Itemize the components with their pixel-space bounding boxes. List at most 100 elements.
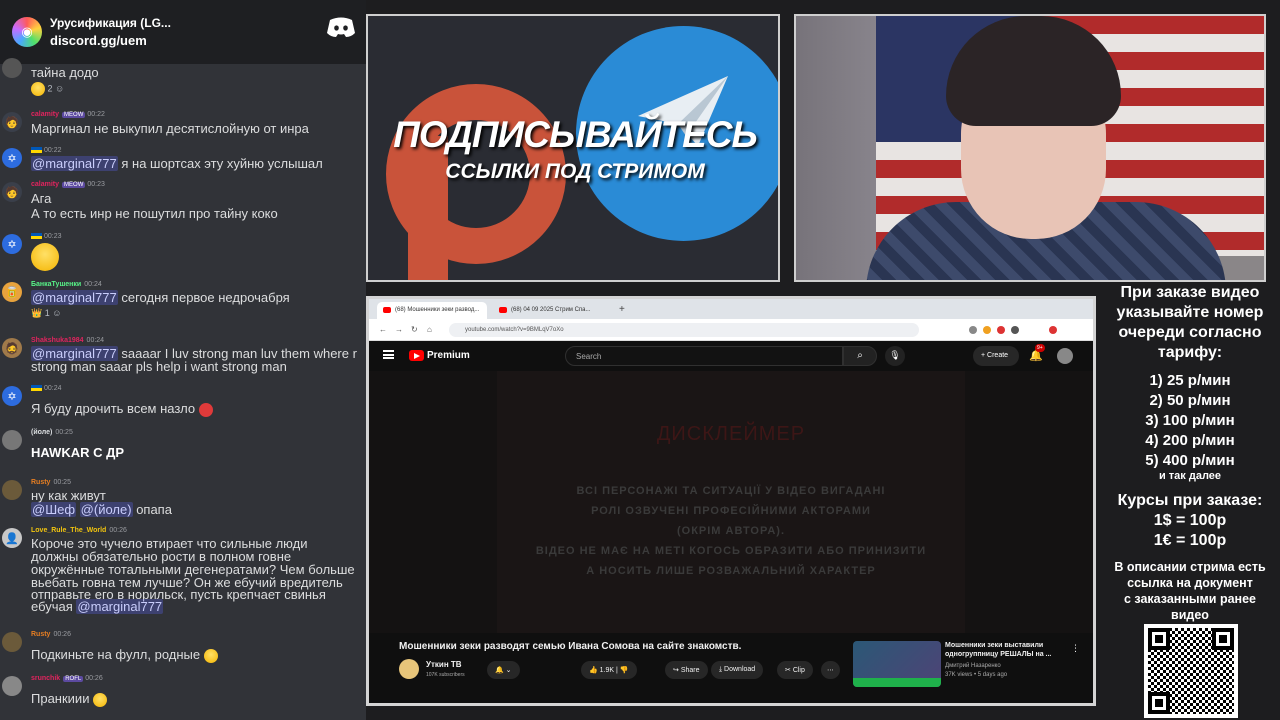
timestamp: 00:22 bbox=[87, 111, 105, 118]
home-icon[interactable]: ⌂ bbox=[427, 325, 432, 334]
discord-invite[interactable]: discord.gg/uem bbox=[50, 33, 171, 48]
channel-avatar[interactable] bbox=[399, 659, 419, 679]
youtube-header: Premium Search ⌕ 🎙 + Create 🔔 9+ bbox=[369, 341, 1093, 371]
username[interactable]: Rusty bbox=[31, 631, 50, 638]
subscribe-bell-button[interactable]: 🔔 ⌄ bbox=[487, 661, 520, 679]
timestamp: 00:24 bbox=[86, 337, 105, 344]
message-text: HAWKAR С ДР bbox=[31, 445, 125, 460]
mention[interactable]: @marginal777 bbox=[31, 156, 118, 171]
clip-button[interactable]: ✂ Clip bbox=[777, 661, 813, 679]
account-avatar[interactable] bbox=[1057, 348, 1073, 364]
tab-strip: (68) Мошенники зеки развод... (68) 04 09… bbox=[369, 299, 1093, 319]
ukraine-flag-icon bbox=[31, 147, 42, 154]
description-note: ссылка на документ bbox=[1127, 576, 1253, 590]
forward-arrow-icon[interactable]: → bbox=[395, 325, 403, 334]
recommended-title[interactable]: Мошенники зеки выставили одногруппницу Р… bbox=[945, 641, 1065, 659]
extension-icon[interactable] bbox=[1011, 326, 1019, 334]
reload-icon[interactable]: ↻ bbox=[411, 325, 418, 334]
avatar: 🧔 bbox=[2, 338, 22, 358]
username[interactable]: srunchik bbox=[31, 675, 60, 682]
avatar: 🥫 bbox=[2, 282, 22, 302]
channel-name[interactable]: Уткин ТВ bbox=[426, 660, 462, 669]
message-meta: БанкаТушенки 00:24 bbox=[31, 281, 102, 288]
more-vert-icon[interactable]: ⋮ bbox=[1071, 643, 1080, 654]
username[interactable]: Rusty bbox=[31, 479, 50, 486]
ukraine-flag-icon bbox=[31, 385, 42, 392]
avatar: 🧑 bbox=[2, 182, 22, 202]
mention[interactable]: @marginal777 bbox=[76, 599, 164, 614]
create-button[interactable]: + Create bbox=[973, 346, 1019, 366]
message-text: @marginal777 я на шортсах эту хуйню услы… bbox=[31, 156, 323, 171]
username[interactable]: Love_Rule_The_World bbox=[31, 527, 106, 534]
avatar bbox=[2, 58, 22, 78]
extension-icon[interactable] bbox=[983, 326, 991, 334]
new-tab-button[interactable]: + bbox=[619, 304, 625, 315]
youtube-page: Premium Search ⌕ 🎙 + Create 🔔 9+ ДИСКЛЕЙ… bbox=[369, 341, 1093, 703]
recommended-thumbnail[interactable] bbox=[853, 641, 941, 687]
search-input[interactable]: Search bbox=[565, 346, 843, 366]
download-button[interactable]: ⤓ Download bbox=[711, 661, 764, 679]
info-heading: очереди согласно bbox=[1118, 324, 1262, 341]
reaction-count: 2 bbox=[47, 83, 53, 94]
message-meta: 00:23 bbox=[31, 233, 62, 240]
like-button[interactable]: 👍 1.9K | 👎 bbox=[581, 661, 637, 679]
message-meta: 00:22 bbox=[31, 147, 62, 154]
youtube-favicon-icon bbox=[499, 307, 507, 313]
message-list[interactable]: тайна додо 2 ☺ 🧑 calamity MEOW 00:22 Марги… bbox=[0, 58, 366, 720]
microphone-icon[interactable]: 🎙 bbox=[885, 346, 905, 366]
mention[interactable]: @marginal777 bbox=[31, 290, 118, 305]
laughing-emoji-icon bbox=[31, 243, 59, 271]
message-meta: Rusty 00:25 bbox=[31, 479, 71, 486]
price-item: 3) 100 р/мин bbox=[1145, 412, 1235, 429]
rates-heading: Курсы при заказе: bbox=[1117, 492, 1263, 509]
laugh-emoji-icon bbox=[31, 82, 45, 96]
more-actions-button[interactable]: ⋯ bbox=[821, 661, 840, 679]
user-badge: MEOW bbox=[62, 182, 86, 188]
username[interactable]: Shakshuka1984 bbox=[31, 337, 84, 344]
rate-eur: 1€ = 100р bbox=[1153, 532, 1227, 549]
youtube-brand[interactable]: Premium bbox=[427, 350, 470, 361]
share-button[interactable]: ↪ Share bbox=[665, 661, 708, 679]
tab-youtube-video[interactable]: (68) Мошенники зеки развод... bbox=[377, 302, 487, 319]
server-name: Урусификация (LG... bbox=[50, 16, 171, 30]
devil-emoji-icon bbox=[198, 402, 213, 417]
promo-subline: ССЫЛКИ ПОД СТРИМОМ bbox=[445, 160, 705, 183]
description-note: с заказанными ранее bbox=[1123, 592, 1256, 606]
message-text: Подкиньте на фулл, родные bbox=[31, 648, 218, 663]
avatar: 👤 bbox=[2, 528, 22, 548]
message-text: Маргинал не выкупил десятислойную от инр… bbox=[31, 121, 309, 136]
search-icon[interactable]: ⌕ bbox=[843, 346, 877, 366]
mention[interactable]: @(йоле) bbox=[79, 502, 133, 517]
reaction-bar[interactable]: 👑 1 ☺ bbox=[31, 308, 61, 319]
extension-icon[interactable] bbox=[969, 326, 977, 334]
message-meta: srunchik ROFL 00:26 bbox=[31, 675, 103, 682]
price-item: 1) 25 р/мин bbox=[1149, 372, 1231, 389]
tab-stream[interactable]: (68) 04 09 2025 Стрим Спа... bbox=[493, 302, 611, 319]
message-text: @Шеф @(йоле) опапа bbox=[31, 502, 172, 517]
recommended-channel[interactable]: Дмитрий Назаренко bbox=[945, 663, 1001, 669]
username[interactable]: calamity bbox=[31, 111, 59, 118]
avatar: ✡ bbox=[2, 234, 22, 254]
mention[interactable]: @Шеф bbox=[31, 502, 77, 517]
url-field[interactable]: youtube.com/watch?v=9BMLqV7oXo bbox=[449, 323, 919, 337]
youtube-favicon-icon bbox=[383, 307, 391, 313]
discord-chat-panel: ◉ Урусификация (LG... discord.gg/uem тай… bbox=[0, 0, 366, 720]
video-player[interactable]: ДИСКЛЕЙМЕР ВСІ ПЕРСОНАЖІ ТА СИТУАЦІЇ У В… bbox=[369, 371, 1093, 633]
hamburger-menu-icon[interactable] bbox=[383, 350, 394, 359]
username[interactable]: (йоле) bbox=[31, 429, 52, 436]
extension-icon[interactable] bbox=[997, 326, 1005, 334]
qr-code-pattern bbox=[1148, 628, 1234, 714]
back-arrow-icon[interactable]: ← bbox=[379, 325, 387, 334]
address-bar-row: ← → ↻ ⌂ youtube.com/watch?v=9BMLqV7oXo bbox=[369, 319, 1093, 341]
recommended-stats: 37K views • 5 days ago bbox=[945, 672, 1008, 678]
reaction-bar[interactable]: 2 ☺ bbox=[31, 82, 64, 96]
timestamp: 00:23 bbox=[87, 181, 105, 188]
profile-icon[interactable] bbox=[1049, 326, 1057, 334]
order-info-panel: При заказе видео указывайте номер очеред… bbox=[1100, 284, 1280, 720]
recommended-video[interactable]: Мошенники зеки выставили одногруппницу Р… bbox=[853, 641, 1093, 691]
user-badge: ROFL bbox=[63, 676, 84, 682]
username[interactable]: БанкаТушенки bbox=[31, 281, 81, 288]
username[interactable]: calamity bbox=[31, 181, 59, 188]
youtube-logo-icon[interactable] bbox=[409, 350, 424, 361]
timestamp: 00:24 bbox=[44, 385, 62, 392]
